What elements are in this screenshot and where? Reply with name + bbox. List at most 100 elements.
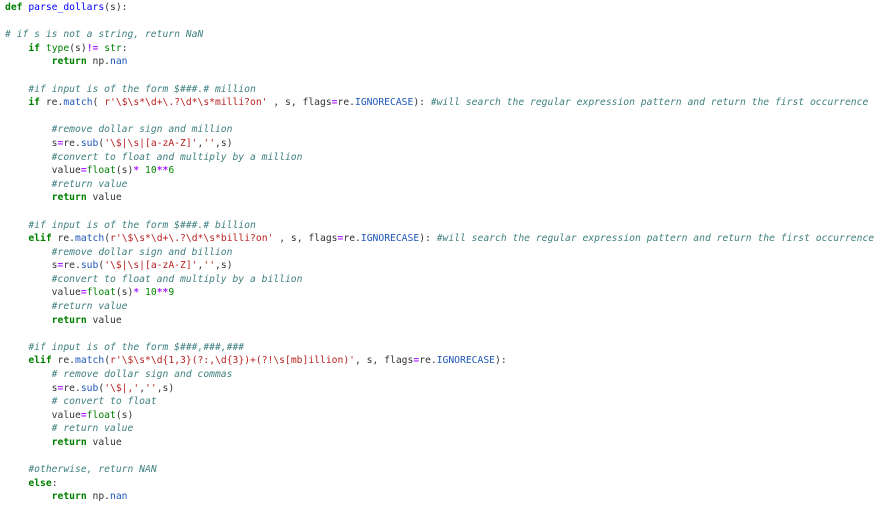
code-token: parse_dollars: [28, 2, 105, 13]
code-token: s: [5, 260, 58, 272]
code-line: return value: [5, 191, 896, 205]
code-token: r'\$\s*\d+\.?\d*\s*billi?on': [110, 233, 274, 245]
code-token: value: [5, 165, 81, 177]
code-token: #convert to float and multiply by a bill…: [51, 273, 303, 285]
code-token: #if input is of the form $###.# million: [28, 83, 256, 95]
code-token: (s):: [104, 2, 128, 13]
code-token: #if input is of the form $###,###,###: [28, 341, 245, 353]
code-token: float: [86, 409, 116, 421]
code-editor[interactable]: def parse_dollars(s): # if s is not a str…: [0, 0, 896, 504]
code-token: elif: [28, 355, 52, 367]
code-line: def parse_dollars(s):: [5, 1, 896, 15]
code-line: value=float(s): [5, 409, 896, 423]
code-token: #convert to float and multiply by a mill…: [51, 151, 303, 163]
code-token: ,s): [215, 137, 233, 149]
code-line: #return value: [5, 178, 896, 192]
code-token: str: [104, 42, 122, 54]
code-token: (s): [115, 165, 134, 177]
code-line: # return value: [5, 422, 896, 436]
code-line: #if input is of the form $###,###,###: [5, 341, 896, 355]
code-line: #otherwise, return NAN: [5, 463, 896, 477]
code-token: #remove dollar sign and billion: [51, 246, 233, 258]
code-line: else:: [5, 477, 896, 491]
code-line: #remove dollar sign and million: [5, 123, 896, 137]
code-token: , s, flags: [355, 355, 414, 367]
code-token: # if s is not a string, return NaN: [5, 29, 204, 41]
code-line: if re.match( r'\$\s*\d+\.?\d*\s*milli?on…: [5, 96, 896, 110]
code-line: #return value: [5, 300, 896, 314]
code-line: value=float(s)* 10**9: [5, 286, 896, 300]
code-token: **: [156, 165, 169, 177]
code-token: float: [86, 165, 116, 177]
code-token: re.: [51, 233, 76, 245]
code-line: if type(s)!= str:: [5, 42, 896, 56]
code-line: return np.nan: [5, 55, 896, 69]
code-token: re.: [419, 355, 437, 367]
code-token: # convert to float: [51, 396, 157, 408]
code-token: :: [121, 42, 128, 54]
code-token: if: [28, 97, 41, 109]
code-token: IGNORECASE: [360, 233, 420, 245]
code-token: re.: [63, 260, 81, 272]
code-token: nan: [110, 491, 128, 503]
code-line: # remove dollar sign and commas: [5, 368, 896, 382]
code-token: re.: [63, 382, 81, 394]
code-token: '': [145, 382, 157, 394]
code-token: ):: [419, 233, 437, 245]
code-token: !=: [86, 42, 99, 54]
code-line: return value: [5, 314, 896, 328]
code-token: match: [75, 355, 105, 367]
code-token: (s): [115, 287, 134, 299]
code-token: value: [86, 314, 122, 326]
code-token: ,s): [215, 260, 233, 272]
code-line: elif re.match(r'\$\s*\d{1,3}(?:,\d{3})+(…: [5, 354, 896, 368]
code-line: value=float(s)* 10**6: [5, 164, 896, 178]
code-token: else: [28, 477, 52, 489]
code-token: return: [51, 491, 87, 503]
code-token: if: [28, 42, 41, 54]
code-token: re.: [51, 355, 76, 367]
code-token: (s): [69, 42, 87, 54]
code-token: return: [51, 192, 87, 204]
code-line: #if input is of the form $###.# billion: [5, 219, 896, 233]
code-token: r'\$\s*\d{1,3}(?:,\d{3})+(?!\s[mb]illion…: [110, 355, 356, 367]
code-token: (s): [115, 409, 134, 421]
code-line: #if input is of the form $###.# million: [5, 83, 896, 97]
code-token: return: [51, 314, 87, 326]
code-token: #return value: [51, 178, 128, 190]
code-token: value: [86, 437, 122, 448]
code-token: #if input is of the form $###.# billion: [28, 219, 256, 231]
code-token: 9: [168, 287, 175, 299]
code-token: nan: [110, 56, 128, 68]
code-token: return: [51, 56, 87, 68]
code-line: # if s is not a string, return NaN: [5, 28, 896, 42]
code-token: #return value: [51, 301, 128, 313]
code-token: s: [5, 382, 58, 394]
code-token: match: [63, 97, 93, 109]
code-token: float: [86, 287, 116, 299]
code-token: re.: [40, 97, 64, 109]
code-token: :: [51, 477, 58, 489]
code-token: '\$|\s|[a-zA-Z]': [104, 260, 198, 272]
code-token: (: [92, 97, 105, 109]
